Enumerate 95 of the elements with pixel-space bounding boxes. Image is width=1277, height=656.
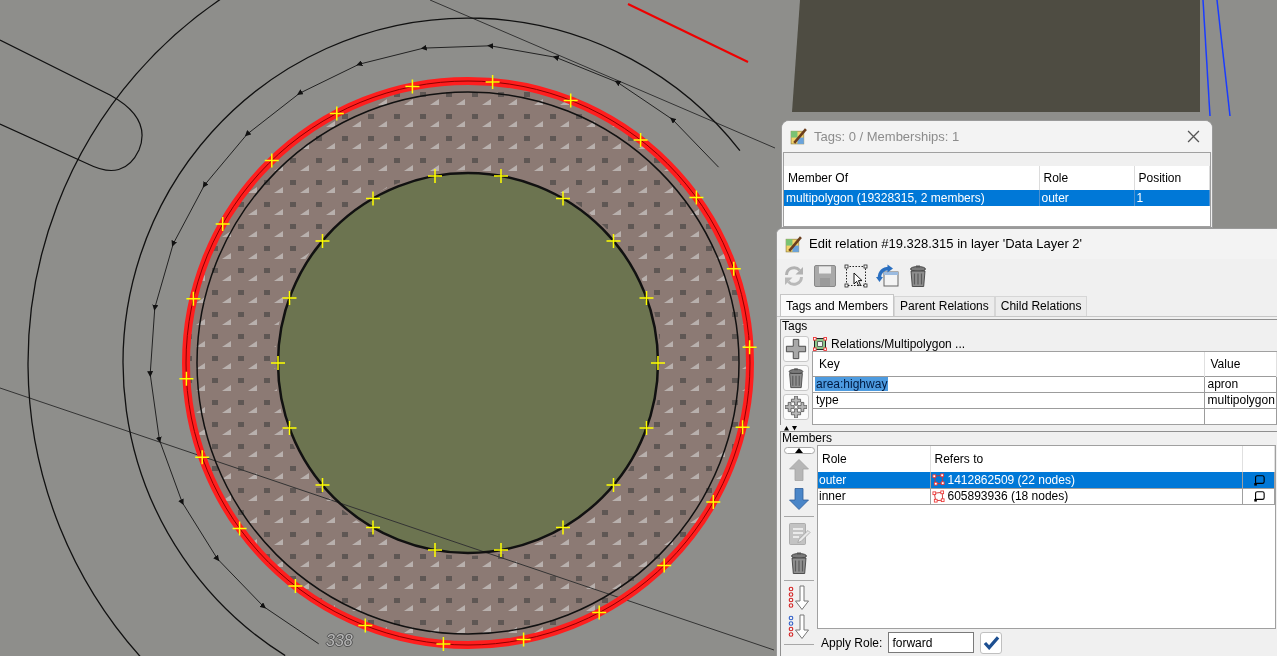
close-button[interactable] bbox=[1187, 130, 1200, 143]
close-icon bbox=[1187, 130, 1200, 143]
dialog-title: Edit relation #19.328.315 in layer 'Data Layer 2' bbox=[809, 236, 1083, 252]
cross-marker-icon bbox=[194, 449, 210, 466]
select-button[interactable] bbox=[843, 263, 869, 289]
loop-icon bbox=[1252, 490, 1265, 502]
cross-marker-icon bbox=[484, 74, 501, 90]
way-icon bbox=[931, 473, 945, 487]
tag-key[interactable]: area:highway bbox=[815, 377, 889, 391]
cross-marker-icon bbox=[214, 216, 231, 232]
loop-icon bbox=[1252, 473, 1265, 486]
cross-marker-icon bbox=[427, 168, 443, 184]
tab[interactable]: Tags and Members bbox=[780, 294, 895, 316]
table-cell: 1412862509 (22 nodes) bbox=[947, 472, 1075, 487]
cross-marker-icon bbox=[726, 260, 742, 277]
cross-marker-icon bbox=[562, 92, 579, 109]
cross-marker-icon bbox=[287, 578, 304, 594]
cross-marker-icon bbox=[314, 233, 331, 249]
table-cell: outer bbox=[1039, 190, 1134, 206]
document-pencil-icon bbox=[787, 522, 811, 546]
cross-marker-icon bbox=[515, 631, 532, 648]
tab[interactable]: Parent Relations bbox=[894, 296, 995, 316]
dotted-arrow-icon bbox=[787, 614, 811, 640]
role-input-field[interactable]: forward bbox=[888, 632, 975, 653]
splitter-arrows-icon bbox=[783, 425, 799, 431]
table-cell: outer bbox=[818, 472, 930, 488]
dialog-title: Tags: 0 / Memberships: 1 bbox=[814, 128, 960, 145]
cross-marker-icon bbox=[493, 542, 509, 558]
add-tags-button[interactable] bbox=[783, 394, 809, 420]
member-row[interactable]: inner 605893936 (18 nodes) bbox=[818, 488, 1275, 504]
table-cell: multipolygon (19328315, 2 members) bbox=[784, 190, 1039, 206]
tag-key[interactable]: type bbox=[815, 393, 840, 407]
cross-marker-icon bbox=[314, 477, 331, 493]
column-header[interactable]: Key bbox=[813, 352, 1204, 376]
down-arrow-icon bbox=[787, 487, 811, 511]
cross-marker-icon bbox=[638, 420, 655, 436]
cross-marker-icon bbox=[741, 339, 758, 356]
section-label: Members bbox=[781, 432, 833, 445]
cross-marker-icon bbox=[231, 520, 248, 537]
refresh-icon bbox=[782, 264, 806, 288]
cross-marker-icon bbox=[688, 189, 705, 206]
cross-marker-icon bbox=[591, 604, 607, 621]
apply-role-button[interactable] bbox=[980, 631, 1003, 654]
cross-marker-icon bbox=[185, 290, 202, 307]
cross-marker-icon bbox=[357, 617, 374, 634]
selection-cursor-icon bbox=[844, 264, 868, 288]
add-tag-button[interactable] bbox=[783, 336, 809, 362]
cross-marker-icon bbox=[281, 290, 298, 306]
cross-marker-icon bbox=[435, 636, 452, 652]
cross-marker-icon bbox=[656, 557, 672, 574]
cross-marker-icon bbox=[632, 132, 649, 148]
cross-marker-icon bbox=[638, 290, 655, 306]
tab[interactable]: Child Relations bbox=[994, 296, 1088, 316]
cross-marker-icon bbox=[264, 152, 280, 169]
duplicate-button[interactable] bbox=[874, 263, 900, 289]
checkmark-icon bbox=[982, 635, 1000, 650]
scroll-up-button[interactable] bbox=[783, 447, 815, 454]
cross-marker-icon bbox=[365, 519, 381, 536]
cross-marker-icon bbox=[555, 190, 571, 207]
preset-link[interactable]: Relations/Multipolygon ... bbox=[812, 336, 966, 351]
table-cell: 605893936 (18 nodes) bbox=[947, 489, 1069, 503]
plus-icon bbox=[785, 338, 807, 360]
app-logo-icon bbox=[785, 235, 802, 253]
cross-marker-icon bbox=[427, 542, 443, 558]
cross-marker-icon bbox=[705, 494, 722, 510]
delete-tag-button[interactable] bbox=[783, 365, 809, 391]
plus-cluster-icon bbox=[785, 396, 807, 418]
cross-marker-icon bbox=[734, 419, 751, 436]
tag-value[interactable]: apron bbox=[1206, 377, 1240, 391]
tag-value[interactable]: multipolygon bbox=[1206, 393, 1276, 407]
cross-marker-icon bbox=[404, 78, 421, 95]
caret-up-icon bbox=[795, 448, 803, 453]
cross-marker-icon bbox=[493, 168, 509, 184]
column-header[interactable]: Value bbox=[1204, 352, 1277, 376]
cross-marker-icon bbox=[178, 370, 195, 387]
table-cell: inner bbox=[818, 488, 930, 504]
cross-marker-icon bbox=[329, 105, 345, 122]
way-icon bbox=[931, 489, 945, 503]
field-label: Apply Role: bbox=[821, 635, 883, 650]
house-number-label: 338 bbox=[326, 632, 353, 650]
cross-marker-icon bbox=[365, 190, 381, 207]
dotted-arrow-icon bbox=[787, 585, 811, 611]
cross-marker-icon bbox=[605, 477, 622, 493]
section-label: Tags bbox=[781, 320, 809, 333]
app-logo-icon bbox=[790, 128, 807, 145]
member-row[interactable]: outer 1412862509 (22 nodes) bbox=[818, 472, 1275, 488]
cross-marker-icon bbox=[270, 355, 286, 371]
cross-marker-icon bbox=[650, 355, 666, 371]
table-cell: 1 bbox=[1134, 190, 1210, 206]
copy-arrow-icon bbox=[875, 264, 899, 288]
cross-marker-icon bbox=[605, 233, 622, 249]
cross-marker-icon bbox=[555, 519, 571, 536]
membership-row[interactable]: multipolygon (19328315, 2 members) outer 1 bbox=[784, 190, 1210, 206]
up-arrow-icon bbox=[787, 458, 811, 482]
cross-marker-icon bbox=[281, 420, 298, 436]
